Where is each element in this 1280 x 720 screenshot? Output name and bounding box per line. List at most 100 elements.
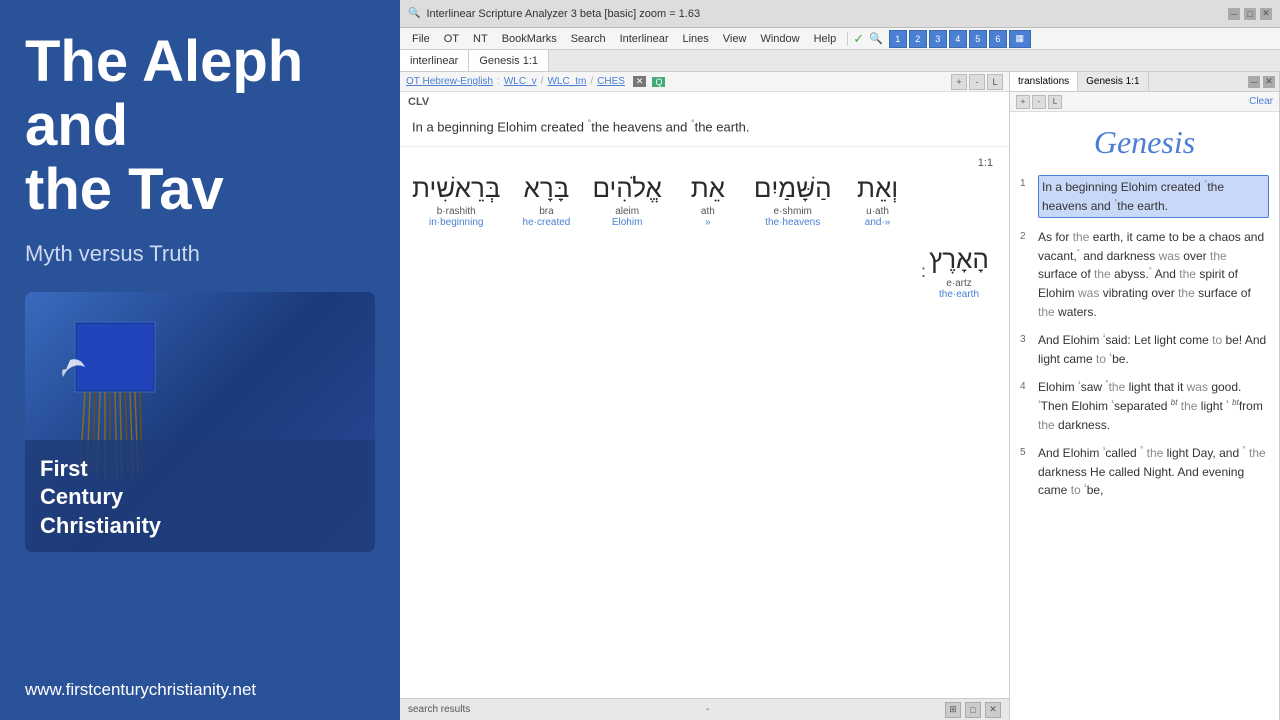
menu-nt[interactable]: NT bbox=[467, 31, 494, 47]
translit-3: aleim bbox=[615, 206, 639, 217]
verse-num-5: 5 bbox=[1020, 444, 1032, 500]
ches-link[interactable]: CHES bbox=[597, 76, 625, 87]
trans-link-2[interactable]: he·created bbox=[523, 217, 571, 228]
wlc-v-link[interactable]: WLC_v bbox=[504, 76, 537, 87]
bible-text: In a beginning Elohim created °the heave… bbox=[400, 112, 1009, 147]
nav-l[interactable]: L bbox=[987, 74, 1003, 90]
trans-link-earth[interactable]: the·earth bbox=[939, 289, 979, 300]
app-window: 🔍 Interlinear Scripture Analyzer 3 beta … bbox=[400, 0, 1280, 720]
trans-nav-l[interactable]: L bbox=[1048, 95, 1062, 109]
trans-link-6[interactable]: and·» bbox=[865, 217, 891, 228]
nav-plus[interactable]: + bbox=[951, 74, 967, 90]
translit-1: b·rashith bbox=[437, 206, 476, 217]
and-text: and bbox=[1219, 446, 1239, 460]
trans-verse-2: 2 As for the earth, it came to be a chao… bbox=[1020, 228, 1269, 321]
card-title-1: First bbox=[40, 456, 88, 481]
checkmark-icon[interactable]: ✓ bbox=[853, 31, 864, 47]
trans-minimize-btn[interactable]: ─ bbox=[1248, 76, 1260, 88]
hebrew-char-4: אֵת bbox=[691, 173, 725, 204]
translations-panel: translations Genesis 1:1 ─ ✕ + - L Cle bbox=[1009, 72, 1279, 720]
verse-num-4: 4 bbox=[1020, 378, 1032, 434]
wlc-tm-link[interactable]: WLC_tm bbox=[547, 76, 586, 87]
trans-link-1[interactable]: in·beginning bbox=[429, 217, 484, 228]
footer-url: www.firstcenturychristianity.net bbox=[25, 665, 375, 700]
tab-bar: interlinear Genesis 1:1 bbox=[400, 50, 1280, 72]
search-dash: - bbox=[706, 704, 709, 715]
tab-genesis[interactable]: Genesis 1:1 bbox=[469, 50, 549, 71]
main-title: The Aleph and the Tav bbox=[25, 30, 375, 221]
card-overlay: First Century Christianity bbox=[25, 440, 375, 553]
x-button[interactable]: ✕ bbox=[633, 76, 647, 87]
maximize-button[interactable]: □ bbox=[1244, 8, 1256, 20]
translit-4: ath bbox=[701, 206, 715, 217]
separator2: / bbox=[541, 76, 544, 87]
search-ctrl-3[interactable]: ✕ bbox=[985, 702, 1001, 718]
nav-controls: + - L bbox=[951, 74, 1003, 90]
menu-help[interactable]: Help bbox=[808, 31, 843, 47]
verse-num-1: 1 bbox=[1020, 175, 1032, 218]
nav-minus[interactable]: - bbox=[969, 74, 985, 90]
hebrew-word-4: אֵת ath » bbox=[678, 173, 738, 228]
toolbar-num-3[interactable]: 3 bbox=[929, 30, 947, 48]
hebrew-section: 1:1 בְּרֵאשִׁית b·rashith in·beginning ב… bbox=[400, 147, 1009, 309]
hebrew-word-5: הַשָּׁמַיִם e·shmim the·heavens bbox=[754, 173, 832, 228]
search-controls: ⊞ □ ✕ bbox=[945, 702, 1001, 718]
app-icon: 🔍 bbox=[408, 8, 420, 19]
menu-interlinear[interactable]: Interlinear bbox=[614, 31, 675, 47]
options-bar: OT Hebrew-English : WLC_v / WLC_tm / CHE… bbox=[400, 72, 1009, 92]
trans-link-4[interactable]: » bbox=[705, 217, 711, 228]
hebrew-word-3: אֱלֹהִים aleim Elohim bbox=[592, 173, 661, 228]
card-title-3: Christianity bbox=[40, 513, 161, 538]
trans-nav-minus[interactable]: - bbox=[1032, 95, 1046, 109]
menu-window[interactable]: Window bbox=[754, 31, 805, 47]
main-panel: OT Hebrew-English : WLC_v / WLC_tm / CHE… bbox=[400, 72, 1009, 720]
search-ctrl-1[interactable]: ⊞ bbox=[945, 702, 961, 718]
trans-text-area[interactable]: 1 In a beginning Elohim created °the hea… bbox=[1010, 169, 1279, 720]
menu-bookmarks[interactable]: BookMarks bbox=[496, 31, 563, 47]
toolbar-num-5[interactable]: 5 bbox=[969, 30, 987, 48]
trans-nav-plus[interactable]: + bbox=[1016, 95, 1030, 109]
hebrew-char-1: בְּרֵאשִׁית bbox=[412, 173, 500, 204]
image-card: First Century Christianity bbox=[25, 292, 375, 552]
window-controls[interactable]: ─ □ ✕ bbox=[1228, 8, 1272, 20]
menu-view[interactable]: View bbox=[717, 31, 753, 47]
close-button[interactable]: ✕ bbox=[1260, 8, 1272, 20]
hebrew-char-6: וְאֵת bbox=[857, 173, 898, 204]
search-icon[interactable]: 🔍 bbox=[869, 32, 883, 45]
trans-tab-ref[interactable]: Genesis 1:1 bbox=[1078, 72, 1148, 91]
hebrew-word-2: בָּרָא bra he·created bbox=[516, 173, 576, 228]
hebrew-char-3: אֱלֹהִים bbox=[592, 173, 661, 204]
toolbar-num-2[interactable]: 2 bbox=[909, 30, 927, 48]
trans-close-btn[interactable]: ✕ bbox=[1263, 76, 1275, 88]
hebrew-word-1: בְּרֵאשִׁית b·rashith in·beginning bbox=[412, 173, 500, 228]
minimize-button[interactable]: ─ bbox=[1228, 8, 1240, 20]
toolbar-extra[interactable]: ▦ bbox=[1009, 30, 1031, 48]
toolbar-num-6[interactable]: 6 bbox=[989, 30, 1007, 48]
subtitle: Myth versus Truth bbox=[25, 241, 375, 267]
menu-file[interactable]: File bbox=[406, 31, 436, 47]
hebrew-words-row: בְּרֵאשִׁית b·rashith in·beginning בָּרָ… bbox=[412, 173, 997, 228]
verse-num-3: 3 bbox=[1020, 331, 1032, 368]
trans-link-5[interactable]: the·heavens bbox=[765, 217, 820, 228]
menu-ot[interactable]: OT bbox=[438, 31, 465, 47]
menu-lines[interactable]: Lines bbox=[677, 31, 715, 47]
toolbar-num-1[interactable]: 1 bbox=[889, 30, 907, 48]
toolbar-num-4[interactable]: 4 bbox=[949, 30, 967, 48]
tab-interlinear[interactable]: interlinear bbox=[400, 50, 469, 71]
hebrew-word-6: וְאֵת u·ath and·» bbox=[848, 173, 908, 228]
trans-verse-4: 4 Elohim ¹saw °the light that it was goo… bbox=[1020, 378, 1269, 434]
search-small-icon[interactable]: Q bbox=[652, 77, 665, 87]
ot-hebrew-english-link[interactable]: OT Hebrew-English bbox=[406, 76, 493, 87]
separator3: / bbox=[590, 76, 593, 87]
title-line1: The Aleph bbox=[25, 29, 303, 94]
search-bar: search results - ⊞ □ ✕ bbox=[400, 698, 1009, 720]
clear-button[interactable]: Clear bbox=[1249, 96, 1273, 107]
verse-text-1: In a beginning Elohim created °the heave… bbox=[1038, 175, 1269, 218]
verse-num-2: 2 bbox=[1020, 228, 1032, 321]
trans-tab-bar: translations Genesis 1:1 ─ ✕ bbox=[1010, 72, 1279, 92]
trans-tab-translations[interactable]: translations bbox=[1010, 72, 1078, 91]
search-ctrl-2[interactable]: □ bbox=[965, 702, 981, 718]
trans-link-3[interactable]: Elohim bbox=[612, 217, 643, 228]
menu-search[interactable]: Search bbox=[565, 31, 612, 47]
translit-5: e·shmim bbox=[774, 206, 812, 217]
